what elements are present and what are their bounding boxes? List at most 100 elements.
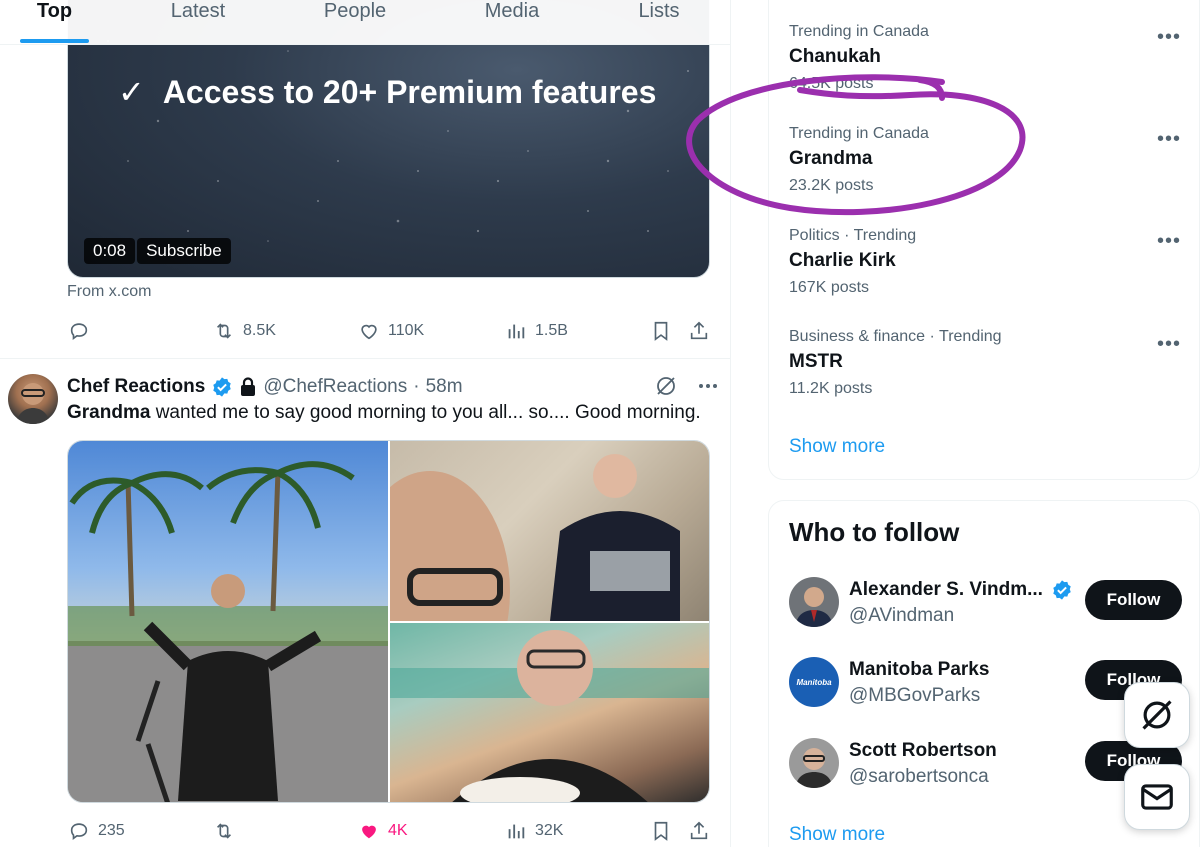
trend-count: 167K posts [789, 279, 870, 296]
trend-title: Chanukah [789, 46, 881, 67]
video-badges: 0:08 Subscribe [84, 238, 231, 264]
trend-title: Charlie Kirk [789, 250, 896, 271]
tweet-views-count: 32K [535, 822, 564, 839]
source-link[interactable]: From x.com [67, 283, 151, 301]
trend-item[interactable]: Trending in Canada Grandma 23.2K posts •… [789, 124, 1189, 196]
follow-suggestion-name: Alexander S. Vindm... [849, 579, 1073, 601]
more-icon[interactable]: ••• [1157, 27, 1181, 47]
tab-media-label: Media [484, 0, 540, 22]
person-handle: @AVindman [849, 605, 955, 626]
tweet-photo-3[interactable] [390, 623, 709, 802]
trend-meta: Business & finance · Trending [789, 328, 1002, 345]
trend-count: 64.5K posts [789, 75, 874, 92]
bookmark-button[interactable] [650, 320, 672, 342]
like-icon [361, 324, 377, 340]
trend-item[interactable]: Business & finance · Trending MSTR 11.2K… [789, 327, 1189, 399]
photo-2-illustration [350, 454, 680, 711]
avatar[interactable] [789, 738, 839, 788]
share-icon [690, 321, 708, 340]
avatar[interactable] [789, 577, 839, 627]
trend-item[interactable]: Politics · Trending Charlie Kirk 167K po… [789, 226, 1189, 298]
trends-show-more-link[interactable]: Show more [789, 436, 885, 458]
trend-count: 23.2K posts [789, 177, 874, 194]
tab-latest[interactable]: Latest [158, 0, 238, 44]
tweet-photo-1[interactable] [68, 441, 388, 802]
retweet-count: 8.5K [243, 322, 276, 339]
more-icon[interactable]: ••• [1157, 231, 1181, 251]
share-button[interactable] [688, 320, 710, 342]
tab-latest-label: Latest [170, 0, 226, 22]
tab-lists[interactable]: Lists [624, 0, 694, 44]
follow-suggestion[interactable]: Alexander S. Vindm... @AVindman Follow [789, 577, 1189, 637]
tweet-reply-button[interactable]: 235 [68, 820, 125, 842]
views-button[interactable]: 1.5B [505, 320, 568, 342]
tweet-like-button[interactable]: 4K [358, 820, 408, 842]
trend-meta: Politics · Trending [789, 227, 917, 244]
person-name: Scott Robertson [849, 740, 997, 761]
tweet-text: Grandma wanted me to say good morning to… [67, 402, 701, 424]
person-handle: @sarobertsonca [849, 766, 989, 787]
tab-people[interactable]: People [310, 0, 400, 44]
grok-fab[interactable] [1124, 682, 1190, 748]
trend-title: MSTR [789, 351, 843, 372]
active-tab-indicator [20, 39, 89, 43]
views-icon [508, 324, 525, 339]
trend-title: Grandma [789, 148, 873, 169]
tweet-time[interactable]: 58m [426, 376, 463, 398]
tab-people-label: People [323, 0, 387, 22]
reply-button[interactable] [68, 320, 90, 342]
share-icon [690, 821, 708, 840]
reply-icon [70, 823, 88, 840]
bookmark-icon [654, 821, 668, 841]
tab-top-label: Top [36, 0, 73, 22]
follow-button[interactable]: Follow [1085, 580, 1182, 620]
avatar[interactable] [8, 374, 58, 424]
tweet-header: Chef Reactions @ChefReactions · 58m [67, 375, 463, 399]
tweet-retweet-button[interactable] [213, 820, 235, 842]
trend-item[interactable]: Trending in Canada Chanukah 64.5K posts … [789, 22, 1189, 94]
tweet-share-button[interactable] [688, 820, 710, 842]
tweet-author-name[interactable]: Chef Reactions [67, 376, 205, 398]
verified-icon [213, 377, 232, 397]
person-handle: @MBGovParks [849, 685, 981, 706]
tab-media[interactable]: Media [470, 0, 554, 44]
tweet-views-button[interactable]: 32K [505, 820, 563, 842]
tweet-bookmark-button[interactable] [650, 820, 672, 842]
video-time-badge: 0:08 [84, 238, 136, 264]
more-icon[interactable]: ••• [1157, 129, 1181, 149]
who-to-follow-title: Who to follow [789, 517, 960, 547]
person-name: Alexander S. Vindm... [849, 579, 1043, 600]
avatar[interactable]: Manitoba [789, 657, 839, 707]
promo-feature-text: ✓ Access to 20+ Premium features [118, 73, 656, 111]
like-count: 110K [388, 322, 425, 339]
tweet-text-rest: wanted me to say good morning to you all… [150, 402, 701, 423]
verified-icon [1053, 580, 1071, 600]
trend-meta: Trending in Canada [789, 125, 929, 142]
like-button[interactable]: 110K [358, 320, 424, 342]
tweet-author-handle[interactable]: @ChefReactions [263, 376, 407, 398]
search-tabs: Top Latest People Media Lists [0, 0, 730, 45]
follow-suggestion-name: Manitoba Parks [849, 659, 989, 681]
messages-fab[interactable] [1124, 764, 1190, 830]
tab-top[interactable]: Top [20, 0, 89, 44]
avatar-illustration [16, 383, 50, 424]
retweet-button[interactable]: 8.5K [213, 320, 276, 342]
check-icon: ✓ [118, 74, 145, 110]
trend-count: 11.2K posts [789, 380, 873, 397]
tweet-media-grid[interactable] [67, 440, 710, 803]
tweet-reply-count: 235 [98, 822, 125, 839]
more-icon[interactable]: ••• [1157, 334, 1181, 354]
more-icon[interactable] [696, 374, 720, 398]
person-name: Manitoba Parks [849, 659, 990, 680]
follow-suggestion-name: Scott Robertson [849, 740, 997, 762]
bookmark-icon [654, 321, 668, 341]
who-to-follow-show-more-link[interactable]: Show more [789, 824, 885, 846]
avatar-illustration [789, 738, 839, 788]
tweet-photo-2[interactable] [350, 441, 709, 711]
lock-icon [241, 377, 256, 396]
avatar-logo-text: Manitoba [796, 677, 832, 687]
tweet-separator: · [413, 376, 420, 397]
retweet-icon [216, 823, 232, 839]
subscribe-badge[interactable]: Subscribe [137, 238, 231, 264]
grok-icon[interactable] [654, 374, 678, 398]
